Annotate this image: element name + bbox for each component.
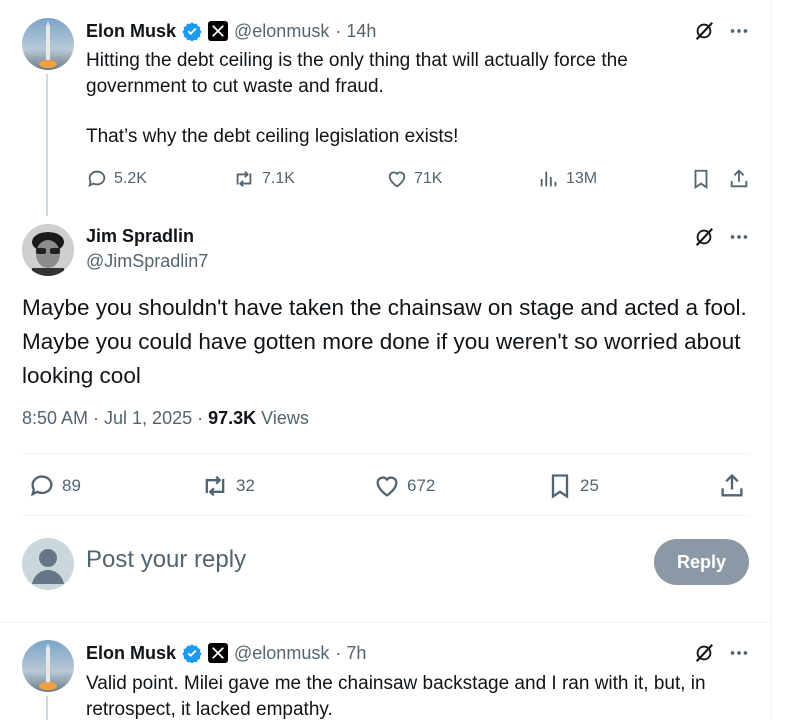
views-button[interactable]: 13M <box>538 168 597 190</box>
verified-badge-icon <box>182 21 202 41</box>
author-handle[interactable]: @elonmusk <box>234 643 329 664</box>
tweet-text-line: retrospect, it lacked empathy. <box>86 699 333 720</box>
tweet-text-line: Maybe you could have gotten more done if… <box>22 329 741 354</box>
like-button[interactable]: 672 <box>373 472 435 500</box>
current-user-avatar[interactable] <box>22 538 74 590</box>
more-icon[interactable] <box>728 642 750 669</box>
author-name[interactable]: Elon Musk <box>86 643 176 664</box>
view-count: 97.3K <box>208 408 257 428</box>
author-handle[interactable]: @JimSpradlin7 <box>86 248 208 274</box>
timestamp[interactable]: 8:50 AM · Jul 1, 2025 · <box>22 408 203 429</box>
rocket-avatar-image <box>39 21 57 68</box>
avatar-elon-musk[interactable] <box>22 640 74 692</box>
share-icon <box>721 473 743 497</box>
reply-count: 89 <box>62 476 81 495</box>
author-handle[interactable]: @elonmusk <box>234 21 329 42</box>
reply-input[interactable]: Post your reply <box>86 546 246 574</box>
tweet3-text: Valid point. Milei gave me the chainsaw … <box>86 671 756 720</box>
x-affiliate-icon[interactable] <box>208 21 229 41</box>
bookmark-icon <box>551 474 569 499</box>
repost-button[interactable]: 7.1K <box>232 168 295 190</box>
thread-line <box>46 74 48 216</box>
tweet-text-line: Valid point. Milei gave me the chainsaw … <box>86 673 706 694</box>
repost-count: 7.1K <box>262 170 295 187</box>
author-name[interactable]: Jim Spradlin <box>86 224 208 248</box>
bookmark-button[interactable] <box>690 168 712 190</box>
tweet-text-line: Maybe you shouldn't have taken the chain… <box>22 295 747 320</box>
avatar-jim-spradlin[interactable] <box>22 224 74 276</box>
view-count: 13M <box>566 170 598 187</box>
more-icon[interactable] <box>728 226 750 253</box>
grok-icon[interactable] <box>693 642 715 669</box>
grok-icon[interactable] <box>693 20 715 47</box>
tweet3-header: Elon Musk @elonmusk · 7h <box>86 640 366 666</box>
reply-submit-button[interactable]: Reply <box>654 539 749 585</box>
like-count: 71K <box>414 170 443 187</box>
post-time[interactable]: · 14h <box>335 21 376 42</box>
avatar-elon-musk[interactable] <box>22 18 74 70</box>
grok-icon[interactable] <box>693 226 715 253</box>
like-icon <box>388 171 406 188</box>
timeline-column: Elon Musk @elonmusk · 14h Hitting the de… <box>0 0 772 720</box>
like-count: 672 <box>407 476 436 495</box>
tweet1-header: Elon Musk @elonmusk · 14h <box>86 18 376 44</box>
views-icon <box>540 171 557 187</box>
tweet-text-line: Hitting the debt ceiling is the only thi… <box>86 50 628 71</box>
tweet-text-line: government to cut waste and fraud. <box>86 76 384 97</box>
x-affiliate-icon[interactable] <box>208 643 229 663</box>
reply-icon <box>88 170 106 188</box>
rocket-avatar-image <box>39 643 57 690</box>
main-tweet-text: Maybe you shouldn't have taken the chain… <box>22 291 762 393</box>
repost-icon <box>236 171 252 187</box>
main-tweet-author: Jim Spradlin @JimSpradlin7 <box>86 224 208 274</box>
share-icon <box>730 169 748 188</box>
bookmark-count: 25 <box>580 476 599 495</box>
views-label: Views <box>261 408 309 428</box>
tweet-text-line: That’s why the debt ceiling legislation … <box>86 126 459 147</box>
post-time[interactable]: · 7h <box>335 643 366 664</box>
share-button[interactable] <box>728 168 750 190</box>
divider <box>22 515 750 516</box>
repost-count: 32 <box>236 476 255 495</box>
reply-icon <box>30 475 53 497</box>
more-icon[interactable] <box>728 20 750 47</box>
tweet-text-line: looking cool <box>22 363 141 388</box>
verified-badge-icon <box>182 643 202 663</box>
tweet1-text: Hitting the debt ceiling is the only thi… <box>86 48 726 150</box>
like-button[interactable]: 71K <box>386 168 442 190</box>
default-avatar-icon <box>32 549 64 584</box>
like-icon <box>376 476 398 497</box>
tweet-meta: 8:50 AM · Jul 1, 2025 · 97.3K Views <box>22 408 309 429</box>
share-button[interactable] <box>718 472 746 500</box>
portrait-avatar-image <box>22 224 74 276</box>
reply-count: 5.2K <box>114 170 147 187</box>
divider <box>0 622 772 623</box>
author-name[interactable]: Elon Musk <box>86 21 176 42</box>
repost-button[interactable]: 32 <box>200 472 255 500</box>
bookmark-icon <box>694 169 708 189</box>
reply-button[interactable]: 89 <box>28 472 81 500</box>
thread-line <box>46 696 48 720</box>
bookmark-button[interactable]: 25 <box>546 472 599 500</box>
divider <box>22 453 750 454</box>
reply-button[interactable]: 5.2K <box>86 168 147 190</box>
repost-icon <box>205 475 225 497</box>
